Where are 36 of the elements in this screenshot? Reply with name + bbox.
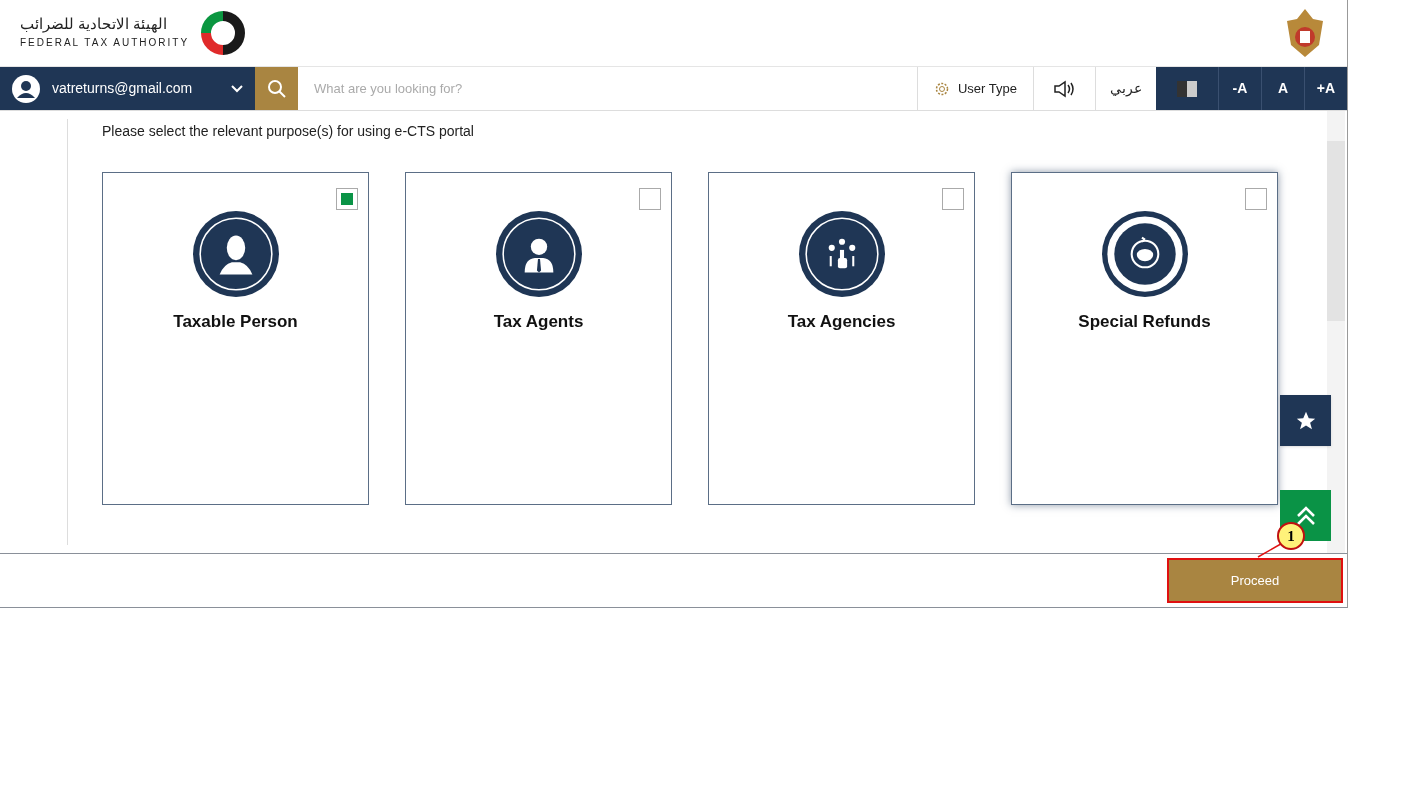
chevron-down-icon (231, 84, 243, 93)
purpose-icon (798, 211, 885, 297)
prompt-text: Please select the relevant purpose(s) for using e-CTS portal (102, 122, 475, 141)
checkbox[interactable] (336, 188, 358, 210)
settings-icon (934, 80, 950, 97)
purpose-icon (192, 211, 279, 297)
logo-text: FEDERAL TAX AUTHORITY (20, 36, 190, 50)
contrast-icon (1177, 80, 1197, 97)
purpose-label: Special Refunds (1078, 311, 1211, 333)
purpose-card[interactable]: Tax Agents (405, 172, 672, 505)
favorites-button[interactable] (1280, 395, 1331, 446)
font-size-button[interactable]: -A (1218, 67, 1261, 110)
font-size-button[interactable]: A (1261, 67, 1304, 110)
checkbox[interactable] (942, 188, 964, 210)
purpose-label: Tax Agencies (787, 311, 896, 333)
scrollbar-thumb[interactable] (1327, 141, 1345, 321)
purpose-label: Tax Agents (493, 311, 584, 333)
checkbox[interactable] (639, 188, 661, 210)
purpose-icon (495, 211, 582, 297)
font-size-button[interactable]: +A (1304, 67, 1347, 110)
search-field[interactable]: What are you looking for? (298, 67, 917, 110)
checkbox[interactable] (1245, 188, 1267, 210)
purpose-card[interactable]: Taxable Person (102, 172, 369, 505)
purpose-card[interactable]: Special Refunds (1011, 172, 1278, 505)
purpose-icon (1101, 211, 1188, 297)
logo-arabic-text: الهيئة الاتحادية للضرائب (20, 16, 168, 31)
purpose-label: Taxable Person (173, 311, 298, 333)
user-menu[interactable]: vatreturns@gmail.com (0, 67, 255, 110)
callout-tooltip: 1 (1277, 522, 1305, 550)
search-button[interactable] (255, 67, 298, 110)
speaker-icon (1052, 79, 1077, 98)
search-icon (266, 78, 287, 99)
purpose-card[interactable]: Tax Agencies (708, 172, 975, 505)
avatar-icon (12, 74, 40, 103)
user-type-button[interactable]: User Type (917, 67, 1033, 110)
contrast-button[interactable] (1156, 67, 1218, 110)
